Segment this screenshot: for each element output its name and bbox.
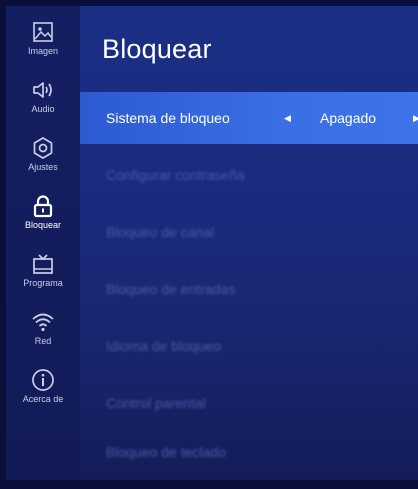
menu-item-configurar-contrasena[interactable]: Configurar contraseña (80, 149, 418, 201)
menu-item-label: Idioma de bloqueo (106, 338, 222, 354)
speaker-icon (33, 82, 52, 98)
menu-item-bloqueo-de-canal[interactable]: Bloqueo de canal (80, 206, 418, 258)
sidebar-item-red[interactable]: Red (6, 302, 80, 360)
menu-item-label: Sistema de bloqueo (106, 110, 230, 126)
page-title: Bloquear (102, 34, 212, 64)
sidebar-item-bloquear[interactable]: Bloquear (6, 186, 80, 244)
wifi-icon (32, 313, 54, 332)
menu-item-label: Control parental (106, 395, 206, 411)
sidebar-item-label: Audio (31, 104, 55, 114)
gear-icon (33, 137, 53, 159)
sidebar-item-imagen[interactable]: Imagen (6, 12, 80, 70)
sidebar-item-label: Ajustes (28, 162, 58, 172)
menu-item-idioma-de-bloqueo[interactable]: Idioma de bloqueo (80, 320, 418, 372)
sidebar-item-label: Bloquear (24, 220, 62, 230)
menu-item-label: Bloqueo de canal (106, 224, 215, 240)
arrow-left-icon[interactable]: ◀ (284, 113, 291, 124)
menu-item-label: Bloqueo de teclado (106, 444, 226, 460)
sidebar-item-label: Red (34, 336, 52, 346)
sidebar-item-label: Programa (23, 278, 63, 288)
sidebar-item-acerca-de[interactable]: Acerca de (6, 360, 80, 418)
sidebar-item-programa[interactable]: Programa (6, 244, 80, 302)
sidebar-item-label: Acerca de (22, 394, 64, 404)
menu-item-control-parental[interactable]: Control parental (80, 377, 418, 429)
menu-item-label: Bloqueo de entradas (106, 281, 236, 297)
sidebar: Imagen Audio Ajustes Bloquear Programa R… (6, 6, 80, 480)
menu-item-bloqueo-de-entradas[interactable]: Bloqueo de entradas (80, 263, 418, 315)
arrow-right-icon[interactable]: ▶ (413, 113, 418, 124)
menu-item-sistema-de-bloqueo[interactable]: Sistema de bloqueo ◀ Apagado ▶ (80, 92, 418, 144)
info-icon (32, 369, 54, 391)
tv-settings-screen: Imagen Audio Ajustes Bloquear Programa R… (6, 6, 418, 480)
image-icon (33, 22, 53, 42)
menu-item-value: Apagado (320, 110, 377, 126)
sidebar-item-audio[interactable]: Audio (6, 70, 80, 128)
sidebar-item-label: Imagen (27, 46, 59, 56)
menu-item-label: Configurar contraseña (106, 167, 245, 183)
sidebar-item-ajustes[interactable]: Ajustes (6, 128, 80, 186)
lock-icon (33, 195, 53, 218)
tv-icon (33, 254, 53, 274)
menu-item-bloqueo-de-teclado[interactable]: Bloqueo de teclado (80, 426, 418, 478)
